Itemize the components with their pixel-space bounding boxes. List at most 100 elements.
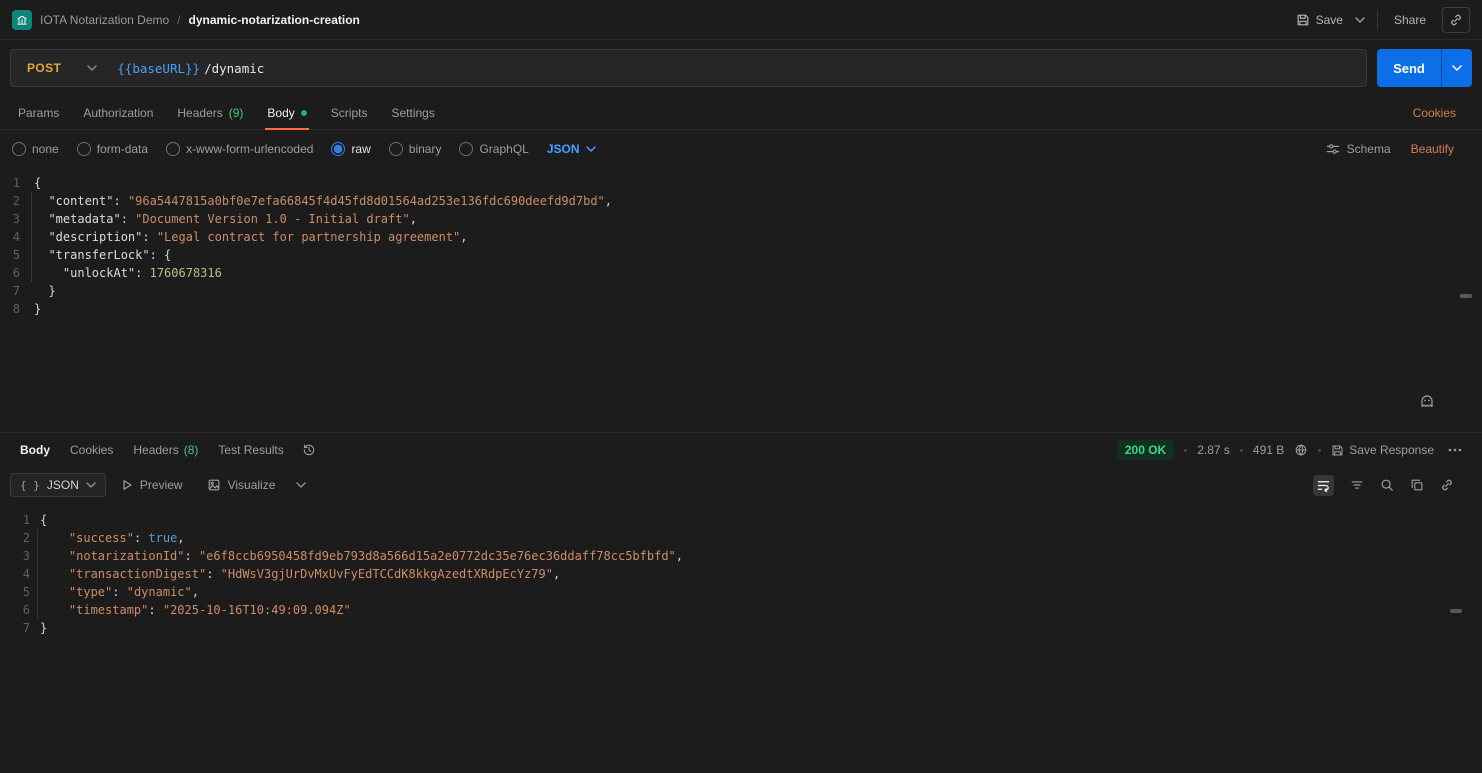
share-button[interactable]: Share <box>1386 8 1434 32</box>
language-select[interactable]: JSON <box>547 142 596 156</box>
code-line[interactable]: 5 "transferLock": { <box>0 246 1482 264</box>
response-meta: 200 OK 2.87 s 491 B Sa <box>1117 440 1472 460</box>
tab-label: Test Results <box>218 443 283 457</box>
editor-actions: Schema Beautify <box>1326 142 1470 156</box>
code-line: 1{ <box>0 511 1482 529</box>
tab-authorization[interactable]: Authorization <box>71 96 165 129</box>
line-number: 7 <box>0 619 40 637</box>
language-label: JSON <box>547 142 580 156</box>
breadcrumb-workspace[interactable]: IOTA Notarization Demo <box>40 13 169 27</box>
copy-link-button[interactable] <box>1442 7 1470 33</box>
response-time[interactable]: 2.87 s <box>1197 443 1230 457</box>
code-line[interactable]: 7 } <box>0 282 1482 300</box>
cookies-link[interactable]: Cookies <box>1413 106 1476 120</box>
bodytype-none[interactable]: none <box>12 142 59 156</box>
radio-icon <box>77 142 91 156</box>
preview-button[interactable]: Preview <box>112 474 192 496</box>
tab-label: Params <box>18 106 59 120</box>
tab-body[interactable]: Body <box>255 96 318 129</box>
tab-params[interactable]: Params <box>6 96 71 129</box>
braces-icon: { } <box>20 479 40 492</box>
tab-scripts[interactable]: Scripts <box>319 96 380 129</box>
schema-button[interactable]: Schema <box>1326 142 1391 156</box>
line-number: 8 <box>0 300 34 318</box>
url-path: /dynamic <box>204 61 264 76</box>
method-select[interactable]: POST <box>11 50 111 86</box>
line-number: 2 <box>0 192 34 210</box>
request-scrollbar-thumb[interactable] <box>1460 294 1472 298</box>
body-type-row: none form-data x-www-form-urlencoded raw… <box>0 130 1482 168</box>
response-tab-headers[interactable]: Headers (8) <box>123 433 208 467</box>
bodytype-x-www-form-urlencoded[interactable]: x-www-form-urlencoded <box>166 142 313 156</box>
line-number: 1 <box>0 174 34 192</box>
link-icon[interactable] <box>1440 478 1454 492</box>
send-button[interactable]: Send <box>1377 49 1441 87</box>
filter-icon[interactable] <box>1350 478 1364 492</box>
code-line: 7} <box>0 619 1482 637</box>
save-icon <box>1296 13 1310 27</box>
response-tab-body[interactable]: Body <box>10 433 60 467</box>
bodytype-graphql[interactable]: GraphQL <box>459 142 528 156</box>
view-options-chevron-icon[interactable] <box>290 478 312 492</box>
more-options-icon[interactable] <box>1444 448 1466 452</box>
unsaved-changes-dot <box>301 110 307 116</box>
line-number: 6 <box>0 601 40 619</box>
image-icon <box>207 478 221 492</box>
preview-label: Preview <box>140 478 183 492</box>
line-number: 7 <box>0 282 34 300</box>
line-number: 2 <box>0 529 40 547</box>
tab-label: Headers <box>133 443 178 457</box>
response-toolbar-right <box>1313 475 1472 496</box>
tab-settings[interactable]: Settings <box>379 96 446 129</box>
line-number: 5 <box>0 583 40 601</box>
code-line[interactable]: 4 "description": "Legal contract for par… <box>0 228 1482 246</box>
breadcrumb-request-name[interactable]: dynamic-notarization-creation <box>189 13 360 27</box>
send-options-button[interactable] <box>1441 49 1472 87</box>
workspace-logo-icon[interactable] <box>12 10 32 30</box>
radio-icon <box>12 142 26 156</box>
code-line[interactable]: 3 "metadata": "Document Version 1.0 - In… <box>0 210 1482 228</box>
response-size[interactable]: 491 B <box>1253 443 1284 457</box>
breadcrumb: IOTA Notarization Demo / dynamic-notariz… <box>12 10 360 30</box>
tab-label: Body <box>20 443 50 457</box>
bodytype-label: GraphQL <box>479 142 528 156</box>
postbot-icon[interactable] <box>1414 388 1440 414</box>
code-line[interactable]: 6 "unlockAt": 1760678316 <box>0 264 1482 282</box>
request-url-row: POST {{baseURL}} /dynamic Send <box>0 40 1482 96</box>
url-variable: {{baseURL}} <box>117 61 200 76</box>
radio-icon <box>459 142 473 156</box>
save-response-button[interactable]: Save Response <box>1331 443 1434 457</box>
code-line: 2 "success": true, <box>0 529 1482 547</box>
wrap-text-icon[interactable] <box>1313 475 1334 496</box>
response-tab-cookies[interactable]: Cookies <box>60 433 123 467</box>
visualize-button[interactable]: Visualize <box>198 474 285 496</box>
request-body-code: 1{2 "content": "96a5447815a0bf0e7efa6684… <box>0 174 1482 318</box>
copy-icon[interactable] <box>1410 478 1424 492</box>
response-history-icon[interactable] <box>294 443 324 457</box>
response-format-select[interactable]: { } JSON <box>10 473 106 497</box>
status-badge[interactable]: 200 OK <box>1117 440 1174 460</box>
radio-icon <box>166 142 180 156</box>
schema-label: Schema <box>1347 142 1391 156</box>
search-icon[interactable] <box>1380 478 1394 492</box>
tab-label: Settings <box>391 106 434 120</box>
line-number: 4 <box>0 565 40 583</box>
response-tab-test-results[interactable]: Test Results <box>208 433 293 467</box>
beautify-link[interactable]: Beautify <box>1411 142 1454 156</box>
bodytype-binary[interactable]: binary <box>389 142 442 156</box>
response-scrollbar-thumb[interactable] <box>1450 609 1462 613</box>
bodytype-form-data[interactable]: form-data <box>77 142 148 156</box>
code-line[interactable]: 8} <box>0 300 1482 318</box>
url-input[interactable]: {{baseURL}} /dynamic <box>111 61 264 76</box>
tab-headers[interactable]: Headers (9) <box>165 96 255 129</box>
code-line[interactable]: 2 "content": "96a5447815a0bf0e7efa66845f… <box>0 192 1482 210</box>
response-body-editor[interactable]: 1{2 "success": true,3 "notarizationId": … <box>0 503 1482 773</box>
network-globe-icon[interactable] <box>1294 443 1308 457</box>
request-body-editor[interactable]: 1{2 "content": "96a5447815a0bf0e7efa6684… <box>0 168 1482 432</box>
save-options-button[interactable] <box>1351 12 1369 28</box>
save-button[interactable]: Save <box>1288 8 1351 32</box>
bodytype-raw[interactable]: raw <box>331 142 370 156</box>
response-body-code: 1{2 "success": true,3 "notarizationId": … <box>0 511 1482 637</box>
code-line[interactable]: 1{ <box>0 174 1482 192</box>
radio-icon <box>389 142 403 156</box>
